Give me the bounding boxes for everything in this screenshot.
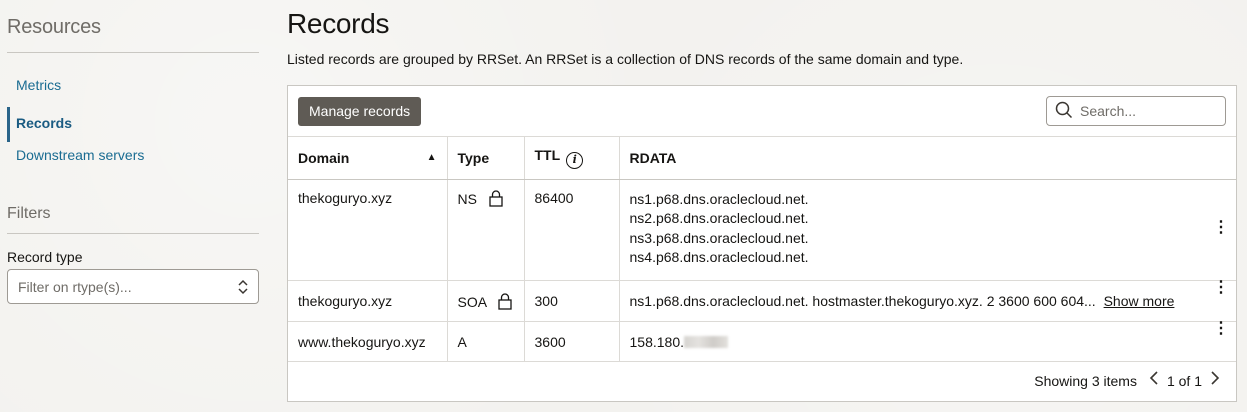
search-input[interactable]: Search... [1046, 96, 1226, 126]
cell-type: NS [447, 179, 525, 281]
cell-rdata: ns1.p68.dns.oraclecloud.net. hostmaster.… [619, 280, 1206, 322]
cell-actions: ⋮ [1206, 320, 1236, 362]
cell-domain: www.thekoguryo.xyz [288, 321, 448, 362]
records-table: Domain ▲ Type TTL i RDATA thekoguryo.xyz… [288, 137, 1236, 362]
resources-heading: Resources [7, 0, 259, 53]
cell-rdata: 158.180. [619, 321, 1206, 362]
cell-domain: thekoguryo.xyz [288, 280, 448, 322]
item-count: Showing 3 items [1034, 372, 1137, 389]
cell-actions: ⋮ [1206, 279, 1236, 322]
column-rdata-label: RDATA [629, 149, 677, 166]
sidebar: Resources Metrics Records Downstream ser… [7, 0, 259, 304]
column-header-actions [1206, 137, 1236, 180]
show-more-link[interactable]: Show more [1104, 293, 1175, 309]
column-type-label: Type [457, 149, 490, 166]
rdata-value: ns4.p68.dns.oraclecloud.net. [629, 249, 809, 265]
lock-icon [489, 189, 503, 210]
previous-page-icon[interactable] [1149, 370, 1159, 391]
record-type-text: SOA [457, 293, 487, 310]
column-domain-label: Domain [298, 149, 350, 166]
cell-ttl: 3600 [524, 321, 620, 362]
record-type-label: Record type [7, 249, 83, 265]
table-footer: Showing 3 items 1 of 1 [288, 360, 1236, 401]
sort-ascending-icon[interactable]: ▲ [427, 152, 437, 163]
cell-domain: thekoguryo.xyz [288, 179, 448, 281]
cell-type: A [447, 321, 525, 362]
record-type-select[interactable]: Filter on rtype(s)... [7, 269, 259, 304]
sidebar-item-metrics[interactable]: Metrics [7, 74, 259, 109]
rdata-value: ns1.p68.dns.oraclecloud.net. [629, 190, 809, 207]
column-header-domain[interactable]: Domain ▲ [288, 137, 448, 180]
record-type-text: NS [457, 190, 477, 207]
record-type-placeholder: Filter on rtype(s)... [18, 278, 132, 295]
page-title: Records [287, 8, 390, 39]
lock-icon [498, 292, 512, 313]
cell-ttl: 86400 [524, 179, 620, 281]
cell-rdata: ns1.p68.dns.oraclecloud.net. ns2.p68.dns… [619, 179, 1206, 281]
pagination: 1 of 1 [1149, 370, 1220, 391]
rdata-value: 158.180. [629, 333, 685, 350]
records-toolbar: Manage records Search... [288, 86, 1236, 137]
cell-type: SOA [447, 280, 525, 322]
next-page-icon[interactable] [1210, 370, 1220, 391]
sidebar-item-downstream-servers[interactable]: Downstream servers [7, 144, 259, 179]
row-actions-menu-icon[interactable]: ⋮ [1206, 279, 1236, 296]
column-header-rdata: RDATA [619, 137, 1206, 180]
resources-nav: Metrics Records Downstream servers [7, 74, 259, 179]
record-type-text: A [457, 333, 467, 350]
column-header-type: Type [447, 137, 525, 180]
sidebar-item-records[interactable]: Records [7, 107, 259, 142]
records-panel: Manage records Search... Domain ▲ Type T… [287, 85, 1237, 402]
rdata-value: ns1.p68.dns.oraclecloud.net. hostmaster.… [629, 292, 1096, 309]
cell-ttl: 300 [524, 280, 620, 322]
redacted-ip-blur [684, 335, 728, 348]
page-indicator: 1 of 1 [1166, 372, 1202, 389]
search-icon [1055, 101, 1073, 122]
rdata-value: ns3.p68.dns.oraclecloud.net. [629, 229, 809, 246]
table-row: thekoguryo.xyz NS 86400 ns1.p68.dns.orac… [288, 179, 1236, 281]
row-actions-menu-icon[interactable]: ⋮ [1206, 320, 1236, 337]
search-placeholder: Search... [1080, 103, 1137, 119]
row-actions-menu-icon[interactable]: ⋮ [1206, 190, 1236, 236]
cell-actions: ⋮ [1206, 179, 1236, 281]
page-description: Listed records are grouped by RRSet. An … [287, 51, 964, 67]
filters-heading: Filters [7, 205, 259, 234]
column-ttl-label: TTL [534, 146, 561, 163]
table-row: thekoguryo.xyz SOA 300 ns1.p68.dns.oracl… [288, 279, 1236, 322]
info-icon[interactable]: i [566, 151, 584, 169]
manage-records-button[interactable]: Manage records [298, 96, 422, 126]
select-updown-icon [238, 279, 248, 295]
table-row: www.thekoguryo.xyz A 3600 158.180. ⋮ [288, 320, 1236, 362]
column-header-ttl: TTL i [524, 137, 620, 180]
rdata-value: ns2.p68.dns.oraclecloud.net. [629, 210, 809, 226]
table-header-row: Domain ▲ Type TTL i RDATA [288, 137, 1236, 180]
